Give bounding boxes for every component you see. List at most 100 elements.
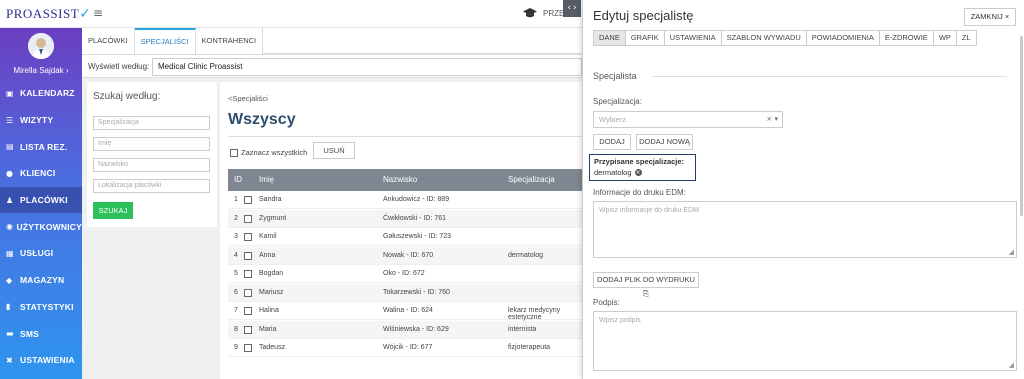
logo[interactable]: PROASSIST✓ xyxy=(6,6,91,22)
modal-tab-0[interactable]: DANE xyxy=(593,30,626,46)
modal-tab-2[interactable]: USTAWIENIA xyxy=(663,30,722,46)
graduation-cap-icon[interactable] xyxy=(523,7,537,19)
row-checkbox[interactable] xyxy=(244,214,252,223)
table-header: ID Imię Nazwisko Specjalizacja xyxy=(228,169,582,191)
row-last-name: Gałuszewski - ID: 723 xyxy=(383,233,452,240)
profile-name[interactable]: Mirella Sajdak › xyxy=(0,66,82,75)
row-id: 7 xyxy=(234,307,238,314)
row-last-name: Walina - ID: 624 xyxy=(383,307,433,314)
row-checkbox[interactable] xyxy=(244,196,252,204)
close-button[interactable]: ZAMKNIJ × xyxy=(964,8,1016,26)
add-print-file-button[interactable]: DODAJ PLIK DO WYDRUKU ⎘ xyxy=(593,272,699,298)
row-last-name: Wójcik - ID: 677 xyxy=(383,344,433,351)
modal-tabs: DANE GRAFIK USTAWIENIA SZABLON WYWIADU POWIA… xyxy=(593,30,977,46)
delete-button[interactable]: USUŃ xyxy=(313,142,355,159)
sidebar-item-1[interactable]: ☰ WIZYTY xyxy=(0,107,82,134)
search-panel: Szukaj według: Specjalizacja Imię Nazwis… xyxy=(87,82,217,227)
modal-tab-7[interactable]: ZL xyxy=(955,30,977,46)
row-checkbox[interactable] xyxy=(244,251,252,260)
table-row[interactable]: 2 Zygmunt Ćwikłowski - ID: 761 xyxy=(228,209,582,228)
row-first-name: Bogdan xyxy=(259,270,284,277)
specialization-placeholder: Wybierz xyxy=(599,115,627,124)
hamburger-menu-icon[interactable]: ≡ xyxy=(93,6,103,20)
resize-handle-icon[interactable]: ◢ xyxy=(1009,361,1014,369)
sidebar-item-7[interactable]: ◆ MAGAZYN xyxy=(0,267,82,294)
sidebar-item-3[interactable]: ● KLIENCI xyxy=(0,160,82,187)
calendar-icon: ▣ xyxy=(6,88,14,98)
sidebar-item-2[interactable]: ▤ LISTA REZ. xyxy=(0,133,82,160)
tab-kontrahenci[interactable]: KONTRAHENCI xyxy=(196,28,264,54)
column-header-specialization[interactable]: Specjalizacja xyxy=(508,175,555,184)
user-plus-icon: ♟ xyxy=(6,195,14,205)
row-checkbox[interactable] xyxy=(244,307,252,315)
edm-textarea[interactable]: Wpisz informacje do druku EDM ◢ xyxy=(593,201,1017,258)
add-button[interactable]: DODAJ xyxy=(593,134,631,150)
row-checkbox[interactable] xyxy=(244,233,252,241)
checkbox[interactable] xyxy=(230,148,238,157)
clinic-select[interactable]: Medical Clinic Proassist xyxy=(152,58,582,76)
row-checkbox[interactable] xyxy=(244,270,252,278)
modal-tab-6[interactable]: WP xyxy=(932,30,957,46)
search-title: Szukaj według: xyxy=(93,91,161,102)
add-new-button[interactable]: DODAJ NOWĄ xyxy=(636,134,693,150)
signature-textarea[interactable]: Wpisz podpis ◢ xyxy=(593,311,1017,371)
modal-tab-4[interactable]: POWIADOMIENIA xyxy=(805,30,880,46)
table-row[interactable]: 6 Mariusz Tokarzewski - ID: 760 xyxy=(228,283,582,302)
section-tabs: PLACÓWKI SPECJALIŚCI KONTRAHENCI xyxy=(82,28,264,54)
sidebar-item-0[interactable]: ▣ KALENDARZ xyxy=(0,80,82,107)
select-all-checkbox[interactable]: Zaznacz wszystkich xyxy=(230,148,307,157)
sidebar-item-label: SMS xyxy=(20,328,40,339)
table-row[interactable]: 1 Sandra Ankudowicz - ID: 889 xyxy=(228,191,582,209)
select-controls-icon[interactable]: × ▾ xyxy=(766,112,778,127)
tab-specjalisci[interactable]: SPECJALIŚCI xyxy=(134,28,196,54)
avatar[interactable] xyxy=(28,33,54,59)
row-checkbox[interactable] xyxy=(244,288,252,297)
modal-tab-1[interactable]: GRAFIK xyxy=(624,30,665,46)
column-header-first-name[interactable]: Imię xyxy=(259,175,274,184)
table-row[interactable]: 3 Kamil Gałuszewski - ID: 723 xyxy=(228,228,582,246)
sidebar-item-5[interactable]: ◉ UŻYTKOWNICY xyxy=(0,213,82,240)
sidebar-item-4[interactable]: ♟ PLACÓWKI xyxy=(0,186,82,214)
sidebar-item-label: KLIENCI xyxy=(20,168,56,179)
location-search-input[interactable]: Lokalizacja placówki xyxy=(93,179,210,193)
table-row[interactable]: 5 Bogdan Oko - ID: 672 xyxy=(228,265,582,283)
profile[interactable]: Mirella Sajdak › xyxy=(0,28,82,80)
tab-placowki[interactable]: PLACÓWKI xyxy=(82,28,135,54)
sidebar-item-8[interactable]: ▮ STATYSTYKI xyxy=(0,294,82,321)
modal-tab-5[interactable]: E-ZDROWIE xyxy=(878,30,934,46)
page-title: Wszyscy xyxy=(228,111,296,128)
sidebar-item-6[interactable]: ▦ USŁUGI xyxy=(0,240,82,267)
scrollbar[interactable] xyxy=(1020,36,1023,216)
table-row[interactable]: 9 Tadeusz Wójcik - ID: 677 fizjoterapeuta xyxy=(228,339,582,357)
table-row[interactable]: 7 Halina Walina - ID: 624 lekarz medycyny e… xyxy=(228,302,582,321)
row-checkbox[interactable] xyxy=(244,344,252,352)
row-id: 3 xyxy=(234,233,238,240)
sidebar-item-10[interactable]: ✖ USTAWIENIA xyxy=(0,347,82,374)
row-specialization: lekarz medycyny estetyczne xyxy=(508,307,561,321)
signature-label: Podpis: xyxy=(593,298,620,307)
row-first-name: Sandra xyxy=(259,196,282,203)
sidebar-item-9[interactable]: ▬ SMS xyxy=(0,320,82,347)
box-icon: ◆ xyxy=(6,275,13,285)
column-header-id[interactable]: ID xyxy=(234,175,242,184)
specialization-select[interactable]: Wybierz × ▾ xyxy=(593,111,783,128)
remove-icon[interactable]: × xyxy=(634,169,642,176)
back-link[interactable]: <Specjaliści xyxy=(228,94,268,103)
filter-bar: Wyświetl według: Medical Clinic Proassis… xyxy=(82,54,582,78)
top-user-label[interactable]: PRZE xyxy=(543,9,564,18)
first-name-search-input[interactable]: Imię xyxy=(93,137,210,151)
last-name-search-input[interactable]: Nazwisko xyxy=(93,158,210,172)
search-button[interactable]: SZUKAJ xyxy=(93,202,133,219)
modal-tab-3[interactable]: SZABLON WYWIADU xyxy=(720,30,807,46)
users-icon: ● xyxy=(6,168,14,178)
table-row[interactable]: 8 Maria Wiśniewska - ID: 629 internista xyxy=(228,320,582,339)
row-first-name: Zygmunt xyxy=(259,214,287,222)
panel-toggle-button[interactable]: ‹› xyxy=(563,0,581,17)
sidebar: Mirella Sajdak › ▣ KALENDARZ ☰ WIZYTY ▤ LISTA… xyxy=(0,28,82,379)
table-row[interactable]: 4 Anna Nowak - ID: 670 dermatolog xyxy=(228,246,582,265)
column-header-last-name[interactable]: Nazwisko xyxy=(383,175,417,184)
resize-handle-icon[interactable]: ◢ xyxy=(1009,248,1014,256)
book-icon: ▤ xyxy=(6,142,14,152)
specialization-search-input[interactable]: Specjalizacja xyxy=(93,116,210,130)
row-checkbox[interactable] xyxy=(244,325,252,334)
